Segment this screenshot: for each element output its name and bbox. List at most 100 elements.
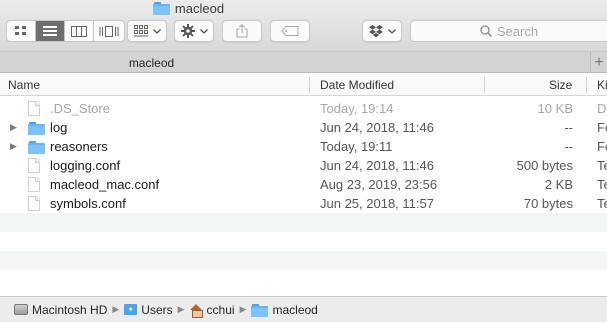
list-item[interactable]: macleod_mac.conf Aug 23, 2019, 23:56 2 K… [0, 175, 607, 194]
tags-button[interactable] [270, 20, 310, 42]
file-date: Jun 24, 2018, 11:46 [320, 158, 434, 173]
file-kind: Te [597, 196, 607, 211]
file-size: 70 bytes [523, 196, 573, 211]
column-size[interactable]: Size [549, 74, 572, 96]
file-name: symbols.conf [50, 196, 126, 211]
file-size: 10 KB [537, 101, 573, 116]
tag-icon [281, 26, 299, 36]
file-name: macleod_mac.conf [50, 177, 160, 192]
toolbar: macleod Search [0, 0, 607, 52]
file-date: Jun 25, 2018, 11:57 [320, 196, 434, 211]
folder-icon [28, 139, 45, 154]
arrange-button[interactable] [127, 20, 167, 42]
file-size: 2 KB [544, 177, 573, 192]
file-date: Today, 19:11 [320, 139, 393, 154]
document-icon [28, 101, 40, 116]
document-icon [28, 177, 40, 192]
file-size: -- [564, 120, 573, 135]
path-label: macleod [272, 302, 318, 317]
tab-bar: macleod + [0, 52, 607, 73]
empty-row [0, 270, 607, 289]
empty-row [0, 251, 607, 270]
plus-icon: + [594, 53, 604, 71]
folder-icon [28, 120, 45, 135]
dropbox-button[interactable] [362, 20, 402, 42]
cover-flow-view-button[interactable] [94, 21, 123, 41]
document-icon [28, 196, 40, 211]
file-kind: Te [597, 158, 607, 173]
column-name[interactable]: Name [8, 74, 40, 96]
column-view-button[interactable] [65, 21, 94, 41]
path-item-users[interactable]: ● Users [124, 302, 173, 317]
search-placeholder: Search [496, 23, 539, 39]
file-kind: Te [597, 177, 607, 192]
column-divider[interactable] [484, 77, 485, 93]
path-label: Users [141, 302, 173, 317]
list-item[interactable]: symbols.conf Jun 25, 2018, 11:57 70 byte… [0, 194, 607, 213]
search-icon [480, 25, 492, 37]
path-bar: Macintosh HD ▶ ● Users ▶ cchui ▶ macleod [0, 296, 607, 322]
folder-icon [152, 2, 170, 15]
file-size: 500 bytes [516, 158, 573, 173]
search-field[interactable]: Search [410, 20, 607, 42]
list-item[interactable]: ▶ log Jun 24, 2018, 11:46 -- Fo [0, 118, 607, 137]
window-title: macleod [174, 0, 225, 16]
chevron-down-icon [152, 28, 161, 34]
file-date: Aug 23, 2019, 23:56 [320, 177, 438, 192]
list-view-button[interactable] [36, 21, 65, 41]
share-button[interactable] [222, 20, 262, 42]
file-name: log [50, 120, 68, 135]
empty-row [0, 232, 607, 251]
document-icon [28, 158, 40, 173]
icon-view-button[interactable] [7, 21, 36, 41]
new-tab-button[interactable]: + [590, 52, 607, 73]
column-header: Name Date Modified Size Ki [0, 74, 607, 96]
file-date: Jun 24, 2018, 11:46 [320, 120, 434, 135]
file-list: .DS_Store Today, 19:14 10 KB D ▶ log Jun… [0, 97, 607, 295]
chevron-down-icon [387, 28, 396, 34]
file-kind: D [597, 101, 607, 116]
file-date: Today, 19:14 [320, 101, 394, 116]
path-label: Macintosh HD [32, 302, 108, 317]
list-item[interactable]: logging.conf Jun 24, 2018, 11:46 500 byt… [0, 156, 607, 175]
chevron-down-icon [199, 28, 208, 34]
hard-drive-icon [14, 304, 28, 315]
disclosure-triangle-icon[interactable]: ▶ [10, 137, 17, 156]
icon-view-icon [15, 26, 26, 35]
path-separator-icon: ▶ [239, 304, 247, 314]
share-icon [236, 24, 248, 38]
path-item-cchui[interactable]: cchui [189, 302, 235, 318]
home-icon [189, 303, 203, 318]
folder-icon [251, 303, 269, 317]
action-button[interactable] [174, 20, 214, 42]
disclosure-triangle-icon[interactable]: ▶ [10, 118, 17, 137]
list-item[interactable]: .DS_Store Today, 19:14 10 KB D [0, 99, 607, 118]
column-divider[interactable] [309, 77, 310, 93]
arrange-grid-icon [133, 25, 148, 37]
path-label: cchui [206, 302, 235, 317]
list-item[interactable]: ▶ reasoners Today, 19:11 -- Fo [0, 137, 607, 156]
column-date-modified[interactable]: Date Modified [320, 74, 394, 96]
users-folder-icon: ● [124, 304, 138, 315]
empty-row [0, 213, 607, 232]
path-separator-icon: ▶ [177, 304, 185, 314]
path-item-macintosh-hd[interactable]: Macintosh HD [14, 303, 107, 317]
column-kind[interactable]: Ki [597, 74, 607, 96]
gear-icon [180, 24, 195, 38]
file-kind: Fo [597, 120, 607, 135]
window-title-bar: macleod [0, 0, 607, 16]
path-item-macleod[interactable]: macleod [251, 302, 318, 317]
list-view-icon [43, 26, 57, 36]
file-name: .DS_Store [50, 101, 110, 116]
column-view-icon [71, 25, 87, 37]
dropbox-icon [368, 24, 383, 37]
file-size: -- [564, 139, 573, 154]
file-name: reasoners [50, 139, 108, 154]
view-mode-control [6, 20, 125, 42]
file-kind: Fo [597, 139, 607, 154]
cover-flow-icon [99, 25, 118, 37]
file-name: logging.conf [50, 158, 121, 173]
tab-macleod[interactable]: macleod [0, 52, 303, 73]
path-separator-icon: ▶ [112, 304, 120, 314]
column-divider[interactable] [586, 77, 587, 93]
